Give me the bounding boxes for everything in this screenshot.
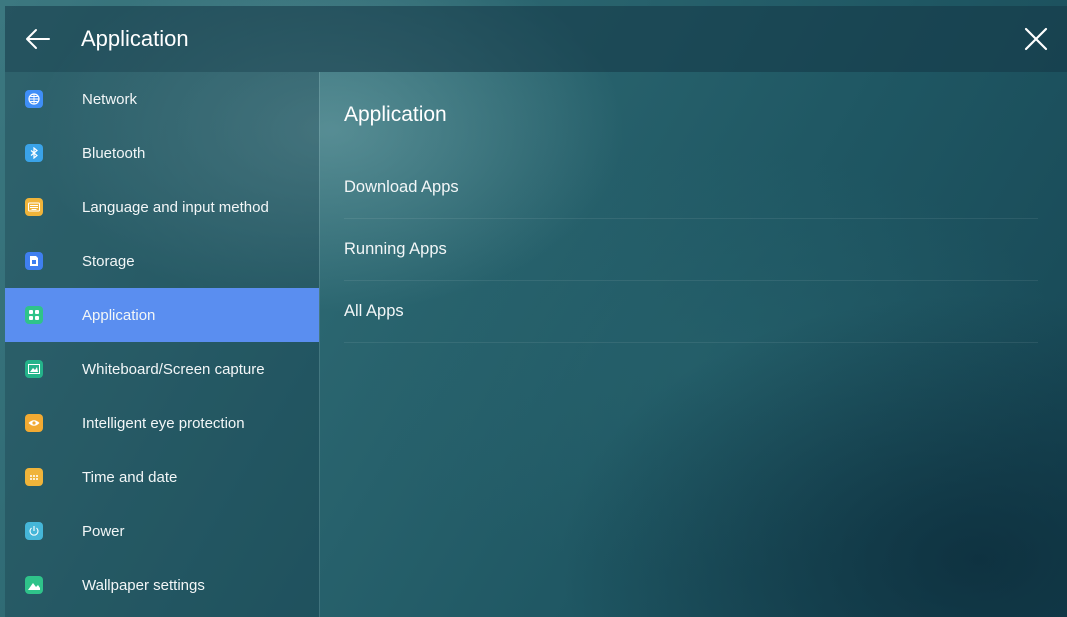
sidebar-item-power[interactable]: Power	[5, 504, 319, 558]
list-item-all-apps[interactable]: All Apps	[344, 280, 1038, 343]
sidebar-item-label: Application	[82, 306, 156, 324]
sidebar-item-label: Time and date	[82, 468, 178, 486]
sidebar-item-label: Bluetooth	[82, 144, 146, 162]
sidebar-item-label: Whiteboard/Screen capture	[82, 360, 265, 378]
close-button[interactable]	[1013, 16, 1059, 62]
image-icon	[25, 576, 43, 594]
sidebar-item-eye-protection[interactable]: Intelligent eye protection	[5, 396, 319, 450]
sidebar-item-storage[interactable]: Storage	[5, 234, 319, 288]
section-title: Application	[344, 103, 447, 126]
screen-capture-icon	[25, 360, 43, 378]
power-icon	[25, 522, 43, 540]
sidebar-item-time-date[interactable]: Time and date	[5, 450, 319, 504]
list-item-label: Download Apps	[344, 177, 459, 196]
sidebar-item-application[interactable]: Application	[5, 288, 319, 342]
sidebar-item-label: Storage	[82, 252, 135, 270]
sidebar-item-label: Network	[82, 90, 138, 108]
sidebar-item-label: Intelligent eye protection	[82, 414, 245, 432]
sidebar-item-label: Power	[82, 522, 125, 540]
list-item-label: All Apps	[344, 301, 404, 320]
sidebar-item-network[interactable]: Network	[5, 72, 319, 126]
back-button[interactable]	[13, 6, 63, 72]
globe-icon	[25, 90, 43, 108]
list-item-label: Running Apps	[344, 239, 447, 258]
sidebar-item-bluetooth[interactable]: Bluetooth	[5, 126, 319, 180]
sidebar-item-whiteboard[interactable]: Whiteboard/Screen capture	[5, 342, 319, 396]
page-title: Application	[81, 26, 189, 51]
calendar-icon	[25, 468, 43, 486]
bluetooth-icon	[25, 144, 43, 162]
sidebar-divider	[319, 72, 320, 617]
sidebar: Network Bluetooth Language and input met…	[5, 72, 319, 617]
storage-icon	[25, 252, 43, 270]
list-item-download-apps[interactable]: Download Apps	[344, 156, 1038, 219]
list-item-running-apps[interactable]: Running Apps	[344, 218, 1038, 281]
sidebar-item-label: Language and input method	[82, 198, 269, 216]
keyboard-icon	[25, 198, 43, 216]
close-icon	[1024, 27, 1048, 51]
eye-icon	[25, 414, 43, 432]
arrow-left-icon	[26, 29, 50, 49]
sidebar-item-wallpaper[interactable]: Wallpaper settings	[5, 558, 319, 612]
sidebar-item-label: Wallpaper settings	[82, 576, 205, 594]
apps-grid-icon	[25, 306, 43, 324]
sidebar-item-language[interactable]: Language and input method	[5, 180, 319, 234]
top-bar: Application	[5, 6, 1067, 72]
